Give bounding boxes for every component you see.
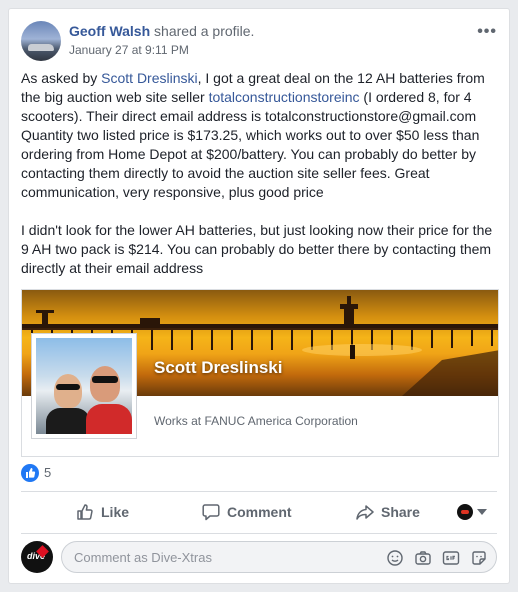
post-header: Geoff Walsh shared a profile. January 27… xyxy=(21,21,497,61)
divider xyxy=(21,533,497,534)
profile-workplace: Works at FANUC America Corporation xyxy=(154,414,358,428)
camera-icon[interactable] xyxy=(414,549,432,567)
post-actions: Like Comment Share xyxy=(21,493,497,531)
share-label: Share xyxy=(381,504,420,520)
author-line: Geoff Walsh shared a profile. xyxy=(69,23,254,39)
sticker-icon[interactable] xyxy=(470,549,488,567)
post-as-selector[interactable] xyxy=(457,503,489,521)
page-avatar-icon xyxy=(457,504,473,520)
post-action-text: shared a profile. xyxy=(150,23,255,39)
post-paragraph-2: I didn't look for the lower AH batteries… xyxy=(21,222,493,276)
like-button[interactable]: Like xyxy=(75,493,129,531)
seller-link[interactable]: totalconstructionstoreinc xyxy=(209,89,360,105)
comment-bubble-icon xyxy=(202,504,220,521)
share-arrow-icon xyxy=(356,505,374,520)
gif-icon[interactable] xyxy=(442,549,460,567)
post-paragraph-1: As asked by Scott Dreslinski, I got a gr… xyxy=(21,69,501,202)
reaction-count: 5 xyxy=(44,465,52,480)
like-reaction-icon xyxy=(21,464,39,482)
profile-name[interactable]: Scott Dreslinski xyxy=(154,358,283,378)
comment-tools xyxy=(386,549,488,567)
comment-input[interactable]: Comment as Dive-Xtras xyxy=(61,541,497,573)
thumbs-up-icon xyxy=(77,504,93,520)
post-body: As asked by Scott Dreslinski, I got a gr… xyxy=(21,69,501,297)
shared-profile-card[interactable]: Scott Dreslinski Works at FANUC America … xyxy=(21,289,499,457)
more-options-icon[interactable]: ••• xyxy=(477,23,497,41)
commenter-avatar[interactable]: dive xyxy=(21,541,53,573)
post-card: Geoff Walsh shared a profile. January 27… xyxy=(8,8,510,584)
like-label: Like xyxy=(101,504,130,520)
comment-composer: dive Comment as Dive-Xtras xyxy=(21,541,497,575)
author-avatar[interactable] xyxy=(21,21,61,61)
comment-placeholder: Comment as Dive-Xtras xyxy=(74,550,212,565)
author-name[interactable]: Geoff Walsh xyxy=(69,23,150,39)
emoji-icon[interactable] xyxy=(386,549,404,567)
comment-button[interactable]: Comment xyxy=(201,493,292,531)
share-button[interactable]: Share xyxy=(355,493,420,531)
comment-label: Comment xyxy=(227,504,292,520)
profile-picture[interactable] xyxy=(32,334,136,438)
post-timestamp[interactable]: January 27 at 9:11 PM xyxy=(69,43,189,57)
text-segment: (I ordered 8, for 4 scooters). Their dir… xyxy=(21,89,480,200)
mention-link[interactable]: Scott Dreslinski xyxy=(101,70,197,86)
text-segment: As asked by xyxy=(21,70,102,86)
chevron-down-icon xyxy=(477,509,487,515)
divider xyxy=(21,491,497,492)
